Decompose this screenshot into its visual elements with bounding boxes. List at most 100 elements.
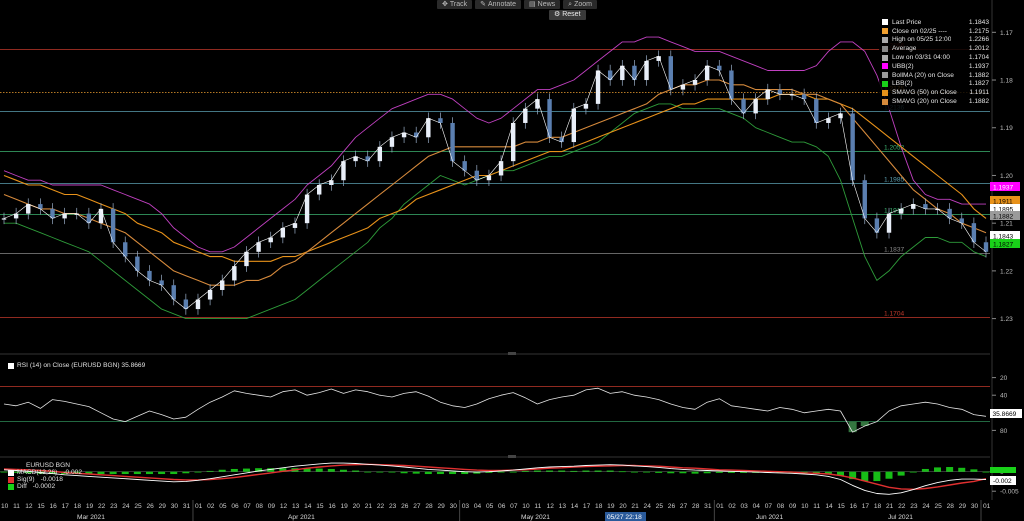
legend-swatch bbox=[882, 28, 888, 35]
rsi-panel bbox=[0, 360, 990, 448]
x-axis-day-label: 10 bbox=[522, 503, 530, 510]
x-axis-day-label: 03 bbox=[462, 503, 470, 510]
x-axis-day-label: 26 bbox=[146, 503, 154, 510]
price-candle bbox=[850, 113, 855, 181]
price-axis-label: 1.18 bbox=[1000, 78, 1013, 85]
x-axis-day-label: 18 bbox=[595, 503, 603, 510]
legend-item[interactable]: Average 1.2012 bbox=[879, 44, 991, 53]
macd-diff-bar bbox=[509, 471, 517, 473]
macd-diff-bar bbox=[206, 470, 214, 472]
rsi-axis-label: 20 bbox=[1000, 375, 1008, 382]
x-axis-day-label: 08 bbox=[777, 503, 785, 510]
legend-item[interactable]: UBB(2) 1.1937 bbox=[879, 62, 991, 71]
legend-value: 1.1843 bbox=[968, 18, 989, 26]
macd-diff-bar bbox=[630, 471, 638, 473]
news-icon: ▤ bbox=[529, 1, 536, 8]
legend-label: Average bbox=[892, 45, 917, 53]
x-axis-day-label: 01 bbox=[195, 503, 203, 510]
level-label: 1.1704 bbox=[884, 311, 905, 318]
level-label: 1.1985 bbox=[884, 177, 905, 184]
x-axis-month-label: May 2021 bbox=[521, 514, 550, 521]
legend-swatch bbox=[882, 89, 888, 96]
x-axis-day-label: 06 bbox=[231, 503, 239, 510]
x-axis-day-label: 29 bbox=[959, 503, 967, 510]
price-legend: Last Price 1.1843 Close on 02/25 ---- 1.217… bbox=[879, 18, 991, 110]
macd-diff-bar bbox=[533, 470, 541, 472]
legend-label: UBB(2) bbox=[892, 62, 914, 70]
zoom-button[interactable]: ⌕ Zoom bbox=[563, 0, 597, 9]
chart-toolbar: ✥ Track ✎ Annotate ▤ News ⌕ Zoom bbox=[437, 0, 597, 9]
news-button[interactable]: ▤ News bbox=[524, 0, 561, 9]
x-axis-day-label: 02 bbox=[207, 503, 215, 510]
macd-diff-bar bbox=[182, 471, 190, 474]
macd-diff-bar bbox=[558, 470, 566, 472]
legend-item[interactable]: LBB(2) 1.1827 bbox=[879, 80, 991, 89]
legend-item[interactable]: BollMA (20) on Close 1.1882 bbox=[879, 71, 991, 80]
legend-label: BollMA (20) on Close bbox=[892, 71, 954, 79]
macd-diff-bar bbox=[97, 471, 105, 475]
x-axis-day-label: 16 bbox=[328, 503, 336, 510]
x-axis-day-label: 10 bbox=[1, 503, 9, 510]
legend-value: 1.2175 bbox=[968, 27, 989, 35]
legend-item[interactable]: Last Price 1.1843 bbox=[879, 18, 991, 27]
legend-value: 1.1882 bbox=[968, 71, 989, 79]
x-axis-day-label: 03 bbox=[741, 503, 749, 510]
legend-item[interactable]: Close on 02/25 ---- 1.2175 bbox=[879, 27, 991, 36]
x-axis-day-label: 23 bbox=[910, 503, 918, 510]
x-axis-day-label: 21 bbox=[365, 503, 373, 510]
x-axis-day-label: 11 bbox=[13, 503, 20, 510]
macd-legend-item: Diff -0.0002 bbox=[8, 483, 82, 490]
macd-diff-bar bbox=[970, 469, 978, 472]
legend-swatch bbox=[882, 19, 888, 26]
macd-diff-bar bbox=[727, 471, 735, 473]
legend-value: 1.1911 bbox=[969, 89, 989, 97]
macd-legend: EURUSD BGN MACD(12,26) -0.002 Sig(9) -0.001… bbox=[8, 462, 82, 490]
macd-diff-tag bbox=[990, 467, 1016, 473]
legend-value: 1.1704 bbox=[968, 54, 989, 62]
x-axis-day-label: 07 bbox=[510, 503, 518, 510]
x-axis-day-label: 30 bbox=[971, 503, 979, 510]
legend-item[interactable]: High on 05/25 12:00 1.2266 bbox=[879, 36, 991, 45]
x-axis-day-label: 12 bbox=[25, 503, 33, 510]
x-axis-day-label: 16 bbox=[49, 503, 57, 510]
legend-value: 1.1827 bbox=[968, 80, 989, 88]
x-axis-day-label: 14 bbox=[571, 503, 579, 510]
legend-item[interactable]: SMAVG (20) on Close 1.1882 bbox=[879, 97, 991, 106]
track-button[interactable]: ✥ Track bbox=[437, 0, 473, 9]
rsi-axis-label: 40 bbox=[1000, 393, 1008, 400]
macd-diff-bar bbox=[667, 471, 675, 474]
price-candle bbox=[595, 70, 601, 104]
panel-resize-handle bbox=[508, 455, 516, 458]
legend-swatch bbox=[882, 63, 888, 70]
annotate-button[interactable]: ✎ Annotate bbox=[475, 0, 522, 9]
legend-value: 1.1882 bbox=[968, 98, 989, 106]
x-axis-day-label: 01 bbox=[716, 503, 724, 510]
x-axis-day-label: 15 bbox=[838, 503, 846, 510]
x-axis-day-label: 19 bbox=[607, 503, 615, 510]
macd-diff-bar bbox=[946, 467, 954, 472]
x-axis-day-label: 13 bbox=[559, 503, 567, 510]
x-axis-day-label: 15 bbox=[316, 503, 324, 510]
macd-diff-bar bbox=[679, 471, 687, 474]
x-axis-day-label: 17 bbox=[62, 503, 70, 510]
price-value-tag-label: 1.1827 bbox=[993, 241, 1014, 248]
x-axis-day-label: 04 bbox=[474, 503, 482, 510]
legend-swatch bbox=[882, 98, 888, 105]
price-panel bbox=[0, 18, 990, 352]
legend-item[interactable]: Low on 03/31 04:00 1.1704 bbox=[879, 53, 991, 62]
price-axis-label: 1.22 bbox=[1000, 268, 1013, 275]
macd-diff-bar bbox=[315, 468, 323, 472]
x-axis-day-label: 20 bbox=[353, 503, 361, 510]
chart-workspace[interactable]: 1.22661.21751.21361.20521.19851.19191.18… bbox=[0, 0, 1024, 521]
macd-diff-bar bbox=[194, 471, 202, 473]
macd-diff-bar bbox=[606, 470, 614, 472]
x-axis-day-label: 17 bbox=[583, 503, 591, 510]
legend-item[interactable]: SMAVG (50) on Close 1.1911 bbox=[879, 88, 991, 97]
chart-canvas[interactable]: 1.22661.21751.21361.20521.19851.19191.18… bbox=[0, 0, 1024, 521]
price-axis-label: 1.17 bbox=[1000, 30, 1013, 37]
x-axis-day-label: 29 bbox=[437, 503, 445, 510]
macd-diff-bar bbox=[109, 471, 117, 475]
macd-legend-item: Sig(9) -0.0018 bbox=[8, 476, 82, 483]
reset-button[interactable]: ⚙ Reset bbox=[549, 10, 586, 20]
magnifier-icon: ⌕ bbox=[568, 1, 573, 8]
